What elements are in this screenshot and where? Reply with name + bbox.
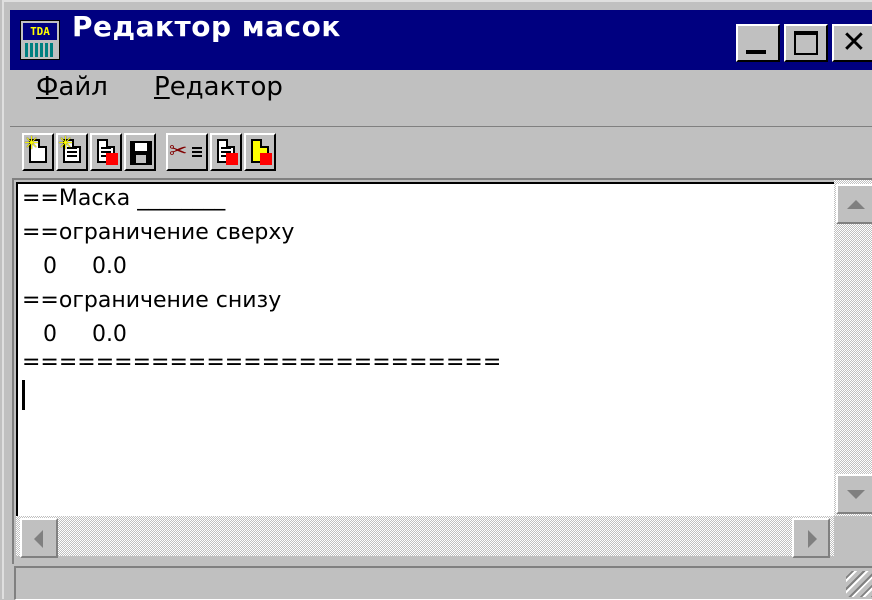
editor-line: ==Маска ________ [22,186,226,211]
copy-mark-icon [226,153,238,165]
scroll-up-button[interactable] [836,184,872,224]
save-icon [130,141,152,165]
menu-file[interactable]: Файл [36,72,108,124]
arrow-left-icon [34,530,43,548]
maximize-button[interactable] [784,24,828,62]
menu-editor[interactable]: Редактор [154,72,283,124]
scrollbar-corner [834,516,872,556]
close-icon: ✕ [841,25,867,60]
cut-lines-icon [192,147,202,157]
cut-button[interactable]: ✂ [166,133,208,171]
arrow-down-icon [847,490,865,499]
arrow-right-icon [808,530,817,548]
save-as-button[interactable] [90,133,122,171]
cut-icon: ✂ [169,139,188,164]
title-bar[interactable]: TDA Редактор масок ✕ [10,10,872,70]
maximize-icon [794,31,818,55]
minimize-icon [746,50,766,54]
menu-file-accel: Ф [36,72,59,102]
app-icon[interactable]: TDA [20,20,60,60]
scroll-left-button[interactable] [20,518,58,558]
menu-file-label: айл [58,72,108,102]
menu-bar: Файл Редактор [10,72,872,124]
app-icon-label: TDA [23,23,57,40]
new-star-icon: ✳ [24,133,40,154]
editor-frame: ==Маска ________ ==ограничение сверху 0 … [12,178,872,564]
new-from-template-button[interactable]: ✳ [56,133,88,171]
main-window: TDA Редактор масок ✕ Файл Редактор ✳ ✳ ✂… [2,0,872,600]
menu-editor-accel: Р [154,72,170,102]
save-button[interactable] [124,133,156,171]
editor-line: ==ограничение сверху [22,220,295,245]
resize-grip-icon[interactable] [846,571,872,597]
save-as-disk-icon [106,153,118,165]
window-title: Редактор масок [72,10,341,43]
arrow-up-icon [847,200,865,209]
scroll-down-button[interactable] [836,474,872,514]
paste-mark-icon [260,153,272,165]
editor-line: 0 0.0 [22,254,127,279]
new-document-button[interactable]: ✳ [22,133,54,171]
horizontal-scrollbar[interactable] [16,516,834,558]
toolbar: ✳ ✳ ✂ [10,126,872,179]
vertical-scrollbar[interactable] [834,180,872,516]
text-caret [22,380,25,410]
app-icon-grid [25,43,55,57]
editor-line: ==ограничение снизу [22,288,282,313]
status-bar [14,566,872,600]
paste-button[interactable] [244,133,276,171]
template-star-icon: ✳ [58,133,74,154]
minimize-button[interactable] [736,24,780,62]
close-button[interactable]: ✕ [832,24,872,62]
scroll-right-button[interactable] [792,518,830,558]
menu-editor-label: едактор [169,72,283,102]
copy-button[interactable] [210,133,242,171]
text-editor[interactable]: ==Маска ________ ==ограничение сверху 0 … [16,182,834,516]
editor-line: ========================== [22,350,502,375]
